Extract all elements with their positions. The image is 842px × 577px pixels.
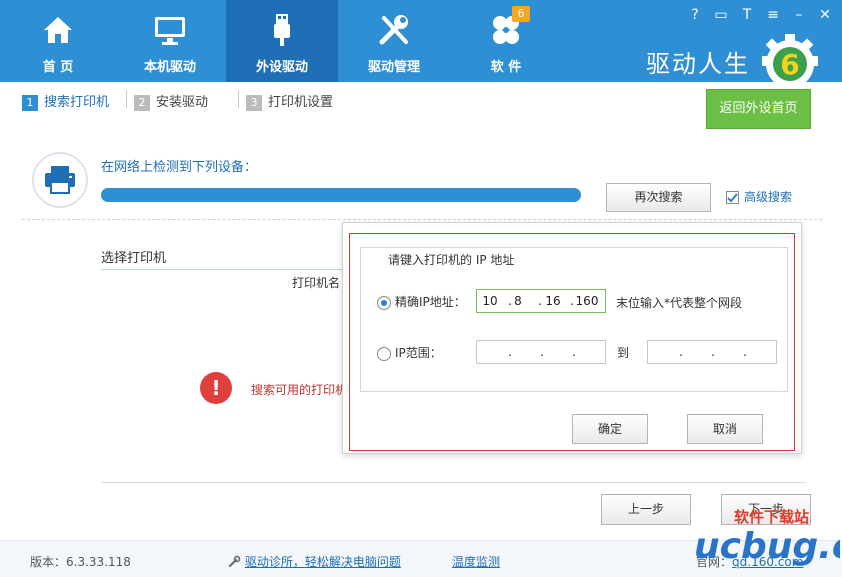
ip-range-end-input[interactable]: . . . [647, 340, 777, 364]
step-number: 1 [22, 94, 38, 111]
exact-ip-radio[interactable] [377, 295, 391, 310]
exact-ip-hint: 末位输入*代表整个网段 [616, 296, 743, 310]
nav-driver-manage[interactable]: 驱动管理 [338, 0, 450, 82]
ip-dot: . [679, 345, 683, 359]
usb-icon [274, 14, 290, 46]
prev-step-button[interactable]: 上一步 [601, 494, 691, 525]
step-search-printer: 1 搜索打印机 [22, 91, 110, 111]
nav-label: 软 件 [490, 60, 522, 75]
close-icon[interactable]: ✕ [816, 6, 834, 24]
nav-label: 首 页 [42, 60, 74, 75]
search-progress-bar [101, 188, 581, 202]
step-label: 搜索打印机 [44, 95, 110, 110]
range-to-label: 到 [617, 346, 630, 360]
watermark-subtitle: 软件下载站 [734, 508, 809, 526]
warning-message: 搜索可用的打印机 [251, 383, 348, 397]
section-divider [22, 219, 822, 220]
ip-octet[interactable]: 10 [478, 294, 502, 308]
nav-home[interactable]: 首 页 [2, 0, 114, 82]
select-printer-title: 选择打印机 [101, 251, 167, 266]
ip-dot: . [711, 345, 715, 359]
step-install-driver: 2 安装驱动 [134, 91, 209, 111]
exact-ip-option[interactable]: 精确IP地址： [377, 293, 466, 313]
nav-local-driver[interactable]: 本机驱动 [114, 0, 226, 82]
footer-divider [101, 482, 806, 483]
nav-label: 外设驱动 [255, 60, 308, 75]
temperature-monitor-link-text[interactable]: 温度监测 [452, 555, 500, 569]
ip-range-option[interactable]: IP范围： [377, 344, 442, 364]
driver-clinic-link[interactable]: 驱动诊所，轻松解决电脑问题 [245, 555, 401, 569]
ip-range-label: IP范围： [395, 346, 442, 360]
step-label: 打印机设置 [268, 95, 334, 110]
watermark-logo: 软件下载站 ucbug.cc [694, 508, 840, 567]
brand-logo-icon: 6 [762, 34, 818, 86]
check-icon [727, 193, 738, 203]
printer-avatar [32, 152, 88, 208]
brand-logo-digit: 6 [780, 48, 799, 81]
temperature-monitor-link[interactable]: 温度监测 [452, 553, 500, 570]
search-again-button[interactable]: 再次搜索 [606, 183, 711, 212]
select-title-underline [101, 269, 351, 270]
monitor-icon [155, 17, 185, 45]
nav-software[interactable]: 6 软 件 [450, 0, 562, 82]
step-number: 3 [246, 94, 262, 111]
menu-icon[interactable]: ≡ [764, 6, 782, 24]
watermark-text: ucbug.cc [694, 526, 840, 567]
software-badge: 6 [512, 6, 530, 22]
ip-range-radio[interactable] [377, 346, 391, 361]
wrench-icon [229, 555, 241, 567]
nav-peripheral-driver[interactable]: 外设驱动 [226, 0, 338, 82]
ip-dot: . [540, 345, 544, 359]
ip-fieldset [360, 247, 788, 392]
printer-icon [45, 166, 75, 194]
back-to-peripheral-home-button[interactable]: 返回外设首页 [706, 89, 811, 129]
printer-name-column-header: 打印机名 [292, 276, 341, 290]
ip-octet[interactable]: 16 [541, 294, 565, 308]
nav-label: 本机驱动 [143, 60, 196, 75]
ip-octet[interactable]: 160 [575, 294, 599, 308]
message-icon[interactable]: ▭ [712, 6, 730, 24]
step-divider [126, 90, 127, 108]
ip-range-start-input[interactable]: . . . [476, 340, 606, 364]
version-text: 版本：6.3.33.118 [30, 555, 131, 569]
home-icon [44, 17, 72, 43]
dialog-frame: 请键入打印机的 IP 地址 精确IP地址： 10 . 8 . 16 . 160 … [349, 233, 795, 451]
tools-icon [379, 15, 408, 45]
window-controls: ? ▭ T ≡ – ✕ [686, 6, 836, 24]
cancel-button[interactable]: 取消 [687, 414, 763, 444]
advanced-search-label: 高级搜索 [744, 190, 793, 204]
step-divider [238, 90, 239, 108]
brand-name: 驱动人生 [646, 50, 750, 78]
nav-label: 驱动管理 [367, 60, 420, 75]
top-bar: 首 页 本机驱动 外设驱动 驱动管理 6 软 件 驱动人生 6 ? ▭ T ≡ … [0, 0, 842, 86]
ip-octet[interactable]: 8 [506, 294, 530, 308]
minimize-icon[interactable]: – [790, 6, 808, 24]
ip-fieldset-legend: 请键入打印机的 IP 地址 [385, 251, 518, 268]
ip-dot: . [572, 345, 576, 359]
exact-ip-label: 精确IP地址： [395, 295, 466, 309]
advanced-search-checkbox[interactable] [726, 191, 739, 204]
step-label: 安装驱动 [156, 95, 209, 110]
advanced-search-toggle[interactable]: 高级搜索 [726, 188, 792, 204]
ip-address-dialog: 请键入打印机的 IP 地址 精确IP地址： 10 . 8 . 16 . 160 … [342, 222, 802, 454]
ip-dot: . [508, 345, 512, 359]
help-icon[interactable]: ? [686, 6, 704, 24]
skin-icon[interactable]: T [738, 6, 756, 24]
exact-ip-input[interactable]: 10 . 8 . 16 . 160 [476, 289, 606, 313]
warning-icon: ! [200, 372, 232, 404]
step-number: 2 [134, 94, 150, 111]
ok-button[interactable]: 确定 [572, 414, 648, 444]
step-printer-settings: 3 打印机设置 [246, 91, 334, 111]
driver-clinic-item[interactable]: 驱动诊所，轻松解决电脑问题 [228, 553, 401, 570]
detect-title: 在网络上检测到下列设备： [101, 160, 258, 175]
ip-dot: . [743, 345, 747, 359]
